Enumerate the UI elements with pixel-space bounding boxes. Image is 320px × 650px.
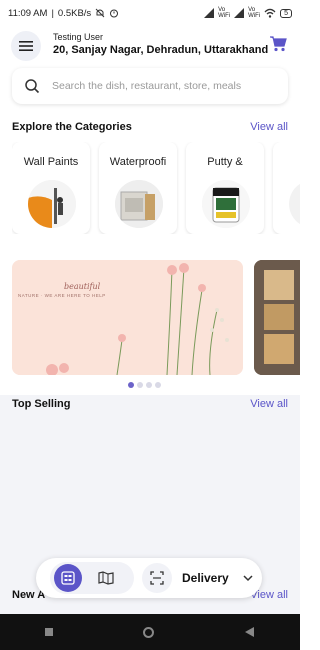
status-time: 11:09 AM xyxy=(8,7,48,19)
top-selling-title: Top Selling xyxy=(12,398,71,410)
category-label: Waterproofi xyxy=(109,156,167,168)
home-icon[interactable] xyxy=(143,626,155,638)
chevron-down-icon[interactable] xyxy=(243,574,253,582)
carousel-dot[interactable] xyxy=(128,382,134,388)
user-name: Testing User xyxy=(53,32,104,42)
battery-icon: 5 xyxy=(280,8,292,18)
categories-view-all[interactable]: View all xyxy=(250,121,288,133)
list-icon xyxy=(61,571,75,585)
header: Testing User 20, Sanjay Nagar, Dehradun,… xyxy=(0,26,300,66)
wifi-icon xyxy=(264,8,276,18)
carousel-dot[interactable] xyxy=(137,382,143,388)
recents-icon[interactable] xyxy=(45,628,54,636)
system-nav-bar xyxy=(0,614,300,650)
status-bar: 11:09 AM | 0.5KB/s Vo WiFi Vo WiFi 5 xyxy=(0,0,300,26)
delivery-address[interactable]: 20, Sanjay Nagar, Dehradun, Uttarakhand,… xyxy=(53,44,268,56)
signal-icon xyxy=(204,8,215,18)
category-image xyxy=(115,180,163,228)
category-image xyxy=(28,180,76,228)
scan-button[interactable] xyxy=(142,563,172,593)
scan-icon xyxy=(150,571,164,585)
view-toggle xyxy=(50,562,134,594)
carousel-dot[interactable] xyxy=(155,382,161,388)
carousel-indicator xyxy=(128,382,161,388)
promo-banner-next[interactable] xyxy=(254,260,300,375)
categories-title: Explore the Categories xyxy=(12,121,132,133)
menu-button[interactable] xyxy=(11,31,41,61)
signal-icon-2 xyxy=(234,8,245,18)
category-label: Wall Paints xyxy=(23,156,79,168)
category-image xyxy=(289,180,300,228)
banner-script-text: beautiful xyxy=(64,282,101,291)
mute-icon xyxy=(95,8,105,18)
category-card-putty[interactable]: Putty & xyxy=(186,142,264,234)
category-card-waterproofing[interactable]: Waterproofi xyxy=(99,142,177,234)
category-card-partial[interactable]: E xyxy=(273,142,300,234)
status-speed: 0.5KB/s xyxy=(57,7,92,19)
banner-illustration xyxy=(12,260,243,375)
map-icon xyxy=(98,571,114,585)
hamburger-icon xyxy=(19,41,33,51)
volte-1: Vo WiFi xyxy=(218,7,231,19)
categories-row: Wall Paints Waterproofi Putty & xyxy=(12,142,300,234)
category-label: Putty & xyxy=(207,156,243,168)
delivery-mode-label[interactable]: Delivery xyxy=(182,571,229,585)
banner-next-illustration xyxy=(254,260,300,375)
back-icon[interactable] xyxy=(244,627,255,637)
top-selling-view-all[interactable]: View all xyxy=(250,398,288,410)
promo-banner[interactable]: beautiful NATURE · WE ARE HERE TO HELP xyxy=(12,260,243,375)
search-bar[interactable] xyxy=(12,68,288,104)
bottom-nav: Delivery xyxy=(36,558,262,598)
carousel-dot[interactable] xyxy=(146,382,152,388)
search-input[interactable] xyxy=(50,79,274,93)
volte-2: Vo WiFi xyxy=(248,7,261,19)
category-label: E xyxy=(273,156,300,168)
banner-caption: NATURE · WE ARE HERE TO HELP xyxy=(18,293,106,298)
alarm-icon xyxy=(110,9,119,18)
search-icon xyxy=(24,78,40,94)
map-view-button[interactable] xyxy=(92,564,120,592)
category-card-wall-paints[interactable]: Wall Paints xyxy=(12,142,90,234)
grid-view-button[interactable] xyxy=(54,564,82,592)
category-image xyxy=(202,180,250,228)
cart-icon[interactable] xyxy=(269,36,287,57)
